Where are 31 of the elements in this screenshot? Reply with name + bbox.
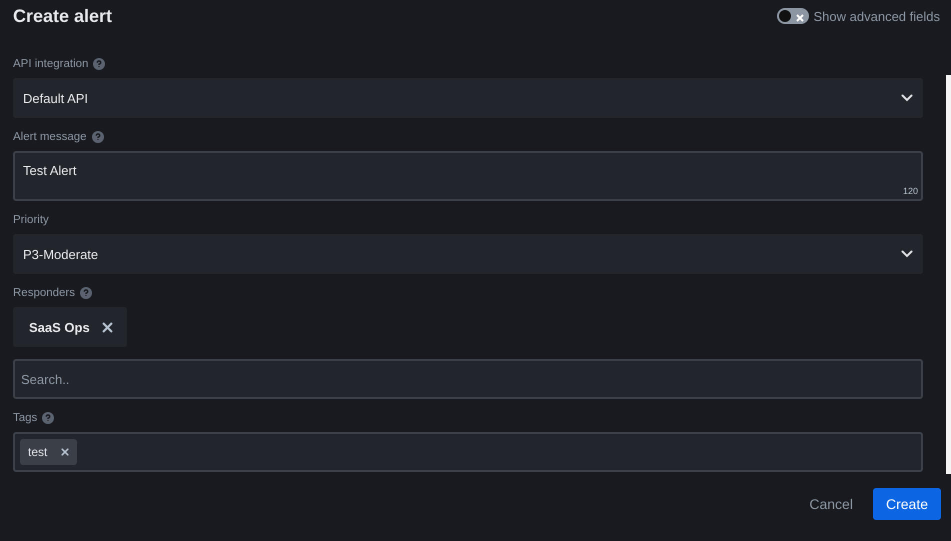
help-icon[interactable]: [92, 131, 104, 143]
search-field[interactable]: Search..: [13, 359, 923, 399]
remove-icon[interactable]: [61, 448, 70, 456]
field-label: Priority: [13, 214, 49, 226]
chevron-down-icon: [901, 94, 913, 102]
character-counter: 120: [902, 186, 918, 196]
scrollbar[interactable]: [946, 75, 951, 474]
message-text: Test Alert: [23, 163, 76, 178]
field-label: Responders: [13, 287, 76, 299]
toggle-label: Show advanced fields: [814, 8, 940, 24]
tags-field[interactable]: test: [13, 432, 923, 472]
dialog-title: Create alert: [13, 6, 112, 26]
help-icon[interactable]: [42, 412, 54, 424]
select-field[interactable]: P3-Moderate: [13, 234, 923, 274]
remove-icon[interactable]: [102, 322, 113, 332]
help-icon[interactable]: [93, 58, 106, 70]
field-label: API integration: [13, 58, 88, 70]
cross-icon: [794, 13, 805, 23]
cancel-button[interactable]: Cancel: [809, 488, 853, 520]
select-field[interactable]: Default API: [13, 78, 923, 118]
select-value: Default API: [23, 90, 88, 106]
create-button[interactable]: Create: [872, 488, 941, 520]
field-label: Alert message: [13, 131, 87, 143]
chevron-down-icon: [901, 250, 913, 258]
help-icon[interactable]: [80, 287, 92, 299]
advanced-toggle[interactable]: [776, 8, 809, 24]
responder-name: SaaS Ops: [29, 320, 90, 334]
field-label: Tags: [13, 412, 38, 424]
select-value: P3-Moderate: [23, 246, 98, 262]
message-field[interactable]: Test Alert 120: [13, 151, 923, 201]
tag-text: test: [28, 445, 48, 459]
